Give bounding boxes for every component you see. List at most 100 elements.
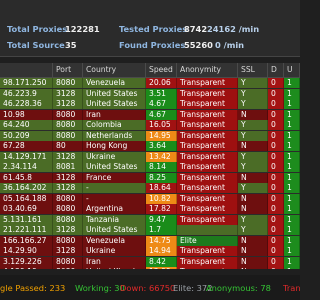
- cell-port: 3128: [53, 246, 83, 256]
- cell-anonymity: Transparent: [177, 130, 238, 141]
- cell-country: -: [83, 193, 146, 204]
- cell-ip: 05.164.188: [0, 193, 53, 204]
- cell-u: 1: [284, 120, 300, 130]
- table-row[interactable]: 14.29.90 3128 Ukraine 14.94 Transparent N 0 1: [0, 246, 300, 256]
- cell-u: 1: [284, 88, 300, 99]
- cell-speed: 8.42: [146, 256, 177, 267]
- cell-ip: 5.131.161: [0, 214, 53, 225]
- table-row[interactable]: 98.171.250 8080 Venezuela 20.06 Transparent Y…: [0, 78, 300, 88]
- cell-anonymity: Elite: [177, 235, 238, 246]
- cell-country: Iran: [83, 256, 146, 267]
- column-header-u[interactable]: U: [284, 63, 300, 77]
- table-row[interactable]: 64.240 8080 Colombia 16.05 Transparent Y 0 1: [0, 120, 300, 130]
- cell-u: 1: [284, 256, 300, 267]
- cell-country: Argentina: [83, 204, 146, 214]
- cell-port: 8080: [53, 120, 83, 130]
- cell-ip: 46.228.36: [0, 99, 53, 109]
- cell-ip: 61.45.8: [0, 172, 53, 183]
- found-proxies-value: 55260: [184, 40, 213, 50]
- cell-ip: 36.164.202: [0, 183, 53, 193]
- cell-anonymity: Transparent: [177, 120, 238, 130]
- cell-country: United States: [83, 225, 146, 235]
- cell-d: 0: [268, 141, 284, 151]
- table-row[interactable]: 5.131.161 8080 Tanzania 9.47 Transparent Y 0 1: [0, 214, 300, 225]
- table-row[interactable]: 67.28 80 Hong Kong 3.64 Transparent N 0 1: [0, 141, 300, 151]
- cell-speed: 3.64: [146, 141, 177, 151]
- column-header-port[interactable]: Port: [53, 63, 83, 77]
- column-header-ip[interactable]: [0, 63, 53, 77]
- table-row[interactable]: 21.221.111 3128 United States 1.7 Y 0 1: [0, 225, 300, 235]
- cell-ssl: Y: [238, 88, 268, 99]
- cell-anonymity: Transparent: [177, 246, 238, 256]
- table-row[interactable]: 05.164.188 8080-10.82 Transparent N 0 1: [0, 193, 300, 204]
- cell-ip: 21.221.111: [0, 225, 53, 235]
- column-header-speed[interactable]: Speed: [146, 63, 177, 77]
- table-row[interactable]: 166.166.27 8080 Venezuela 14.75 Elite N 0 1: [0, 235, 300, 246]
- cell-d: 0: [268, 225, 284, 235]
- cell-speed: 8.14: [146, 162, 177, 172]
- cell-anonymity: Transparent: [177, 256, 238, 267]
- proxy-table[interactable]: Port Country Speed Anonymity SSL D U 98.…: [0, 63, 300, 269]
- column-header-anonymity[interactable]: Anonymity: [177, 63, 238, 77]
- cell-ssl: Y: [238, 162, 268, 172]
- cell-ip: 03.40.69: [0, 204, 53, 214]
- cell-country: Iran: [83, 109, 146, 120]
- tested-proxies-value: 8742: [184, 24, 208, 34]
- status-bar: gle Passed: 233 Working: 30 Down: 66750 …: [0, 275, 301, 300]
- cell-ip: 3.129.226: [0, 256, 53, 267]
- total-proxies-value: 122281: [65, 24, 100, 34]
- cell-anonymity: Transparent: [177, 88, 238, 99]
- status-trans: Tran: [283, 283, 301, 293]
- table-row[interactable]: 61.45.8 3128 France 8.25 Transparent N 0 1: [0, 172, 300, 183]
- cell-d: 0: [268, 99, 284, 109]
- column-header-ssl[interactable]: SSL: [238, 63, 268, 77]
- cell-speed: 3.51: [146, 88, 177, 99]
- cell-u: 1: [284, 235, 300, 246]
- cell-country: United States: [83, 88, 146, 99]
- table-row[interactable]: 14.129.171 3128 Ukraine 13.42 Transparent Y 0 1: [0, 151, 300, 162]
- cell-speed: 4.67: [146, 109, 177, 120]
- column-header-d[interactable]: D: [268, 63, 284, 77]
- cell-ssl: N: [238, 204, 268, 214]
- cell-d: 0: [268, 183, 284, 193]
- cell-country: France: [83, 172, 146, 183]
- status-down: Down: 66750: [120, 283, 176, 293]
- cell-country: United States: [83, 162, 146, 172]
- cell-country: Netherlands: [83, 130, 146, 141]
- cell-port: 8080: [53, 204, 83, 214]
- cell-port: 3128: [53, 99, 83, 109]
- table-row[interactable]: 03.40.69 8080 Argentina 17.82 Transparent N 0 1: [0, 204, 300, 214]
- cell-d: 0: [268, 78, 284, 88]
- cell-speed: 14.95: [146, 130, 177, 141]
- cell-country: Ukraine: [83, 151, 146, 162]
- cell-port: 8080: [53, 109, 83, 120]
- cell-u: 1: [284, 193, 300, 204]
- table-row[interactable]: 46.228.36 3128 United States 4.67 Transparen…: [0, 99, 300, 109]
- table-row[interactable]: 2.34.114 8081 United States 8.14 Transparent…: [0, 162, 300, 172]
- table-row[interactable]: 36.164.202 3128-18.64 Transparent Y 0 1: [0, 183, 300, 193]
- cell-country: Ukraine: [83, 246, 146, 256]
- cell-u: 1: [284, 151, 300, 162]
- cell-ip: 46.223.9: [0, 88, 53, 99]
- table-row[interactable]: 50.209 8080 Netherlands 14.95 Transparent Y 0 1: [0, 130, 300, 141]
- table-row[interactable]: 3.129.226 8080 Iran 8.42 Transparent N 0 1: [0, 256, 300, 267]
- table-row[interactable]: 46.223.9 3128 United States 3.51 Transparent…: [0, 88, 300, 99]
- cell-ip: 2.34.114: [0, 162, 53, 172]
- total-source-value: 35: [65, 40, 77, 50]
- status-working: Working: 30: [75, 283, 125, 293]
- cell-u: 1: [284, 225, 300, 235]
- cell-port: 8080: [53, 214, 83, 225]
- cell-port: 3128: [53, 88, 83, 99]
- cell-ip: 50.209: [0, 130, 53, 141]
- column-header-country[interactable]: Country: [83, 63, 146, 77]
- cell-port: 3128: [53, 183, 83, 193]
- cell-ssl: N: [238, 109, 268, 120]
- cell-ssl: Y: [238, 225, 268, 235]
- cell-country: United States: [83, 99, 146, 109]
- cell-ssl: N: [238, 256, 268, 267]
- table-row[interactable]: 10.98 8080 Iran 4.67 Transparent N 0 1: [0, 109, 300, 120]
- table-row[interactable]: 4.129.198080United Kingdom12.99Transpare…: [0, 267, 300, 269]
- cell-port: 3128: [53, 172, 83, 183]
- cell-ip: 166.166.27: [0, 235, 53, 246]
- cell-u: 1: [284, 214, 300, 225]
